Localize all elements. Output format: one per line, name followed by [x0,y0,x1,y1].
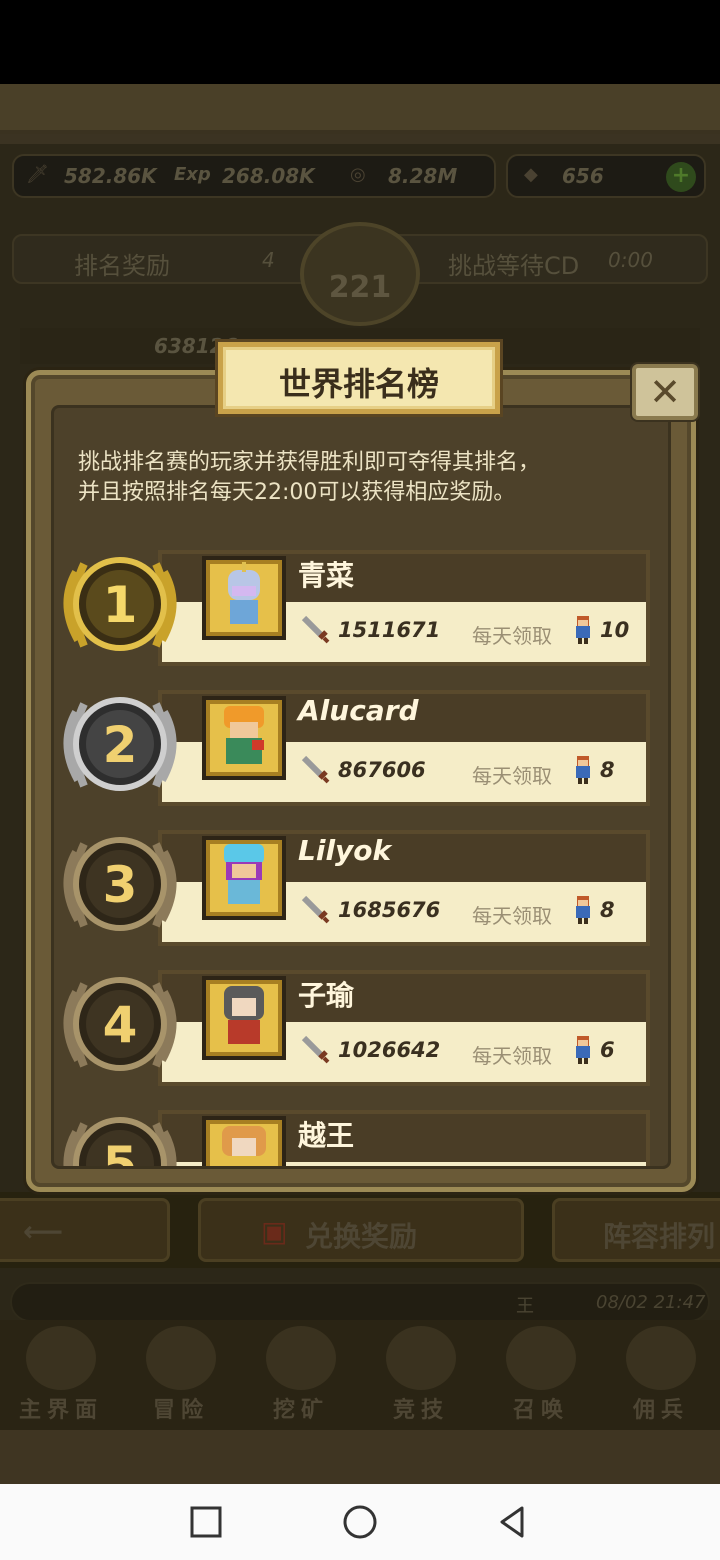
recent-apps-icon[interactable] [188,1504,224,1540]
lineup-button: 阵容排列 [552,1198,720,1262]
nav-arena: 竞技 [366,1326,476,1426]
bg-action-row: ⟵ ▣ 兑换奖励 阵容排列 [0,1192,720,1268]
add-gem-button: + [666,162,696,192]
battle-power: 1026642 [338,1038,441,1062]
rank-medal-bronze: 4 [63,977,177,1071]
player-avatar[interactable] [202,1116,286,1166]
daily-reward-label: 每天领取 [472,1044,552,1068]
gem-bar: ◆ 656 + [506,154,706,198]
hero-icon [576,1036,590,1064]
player-name: Alucard [298,694,419,727]
map-header [0,84,720,134]
rank-medal-silver: 2 [63,697,177,791]
battle-power: 1685676 [338,898,441,922]
daily-reward-label: 每天领取 [472,624,552,648]
bg-clock-initial: 王 [516,1296,534,1317]
rank-number: 4 [103,996,138,1054]
nav-mining: 挖矿 [246,1326,356,1426]
rank-medal-bronze: 5 [63,1117,177,1166]
player-name: 越王 [298,1119,355,1152]
player-name: 青菜 [298,559,355,592]
player-avatar[interactable] [202,976,286,1060]
nav-summon: 召唤 [486,1326,596,1426]
description-line-2: 并且按照排名每天22:00可以获得相应奖励。 [78,480,516,505]
daily-reward-amount: 8 [600,898,615,922]
back-icon[interactable] [494,1504,530,1540]
player-avatar[interactable] [202,556,286,640]
bottom-navigation: 主界面 冒险 挖矿 竞技 召唤 佣兵 [0,1320,720,1430]
daily-reward-label: 每天领取 [472,904,552,928]
bg-clock-bar: 王 08/02 21:47 [10,1282,710,1322]
dialog-title: 世界排名榜 [278,365,439,403]
coin-icon: ◎ [350,164,366,185]
header-rail [0,134,720,144]
coin-value: 8.28M [388,164,458,188]
rank-number: 3 [103,856,138,914]
ranking-entry[interactable]: 3 Lilyok 1685676 每天领取 8 [48,822,658,952]
system-navigation-bar [0,1484,720,1560]
timestamp: 08/02 21:47 [596,1292,706,1313]
battle-power: 867606 [338,758,426,782]
dialog-title-plate: 世界排名榜 [218,342,500,414]
nav-mercenary: 佣兵 [606,1326,716,1426]
hero-icon [576,896,590,924]
player-name: 子瑜 [298,979,355,1012]
rank-medal-bronze: 3 [63,837,177,931]
sword-icon: 🗡 [26,164,49,185]
rank-number: 1 [103,576,138,634]
rank-number: 5 [103,1136,138,1166]
rank-reward-value: 4 [262,248,275,272]
close-icon: ✕ [649,370,681,414]
rank-number: 2 [103,716,138,774]
ranking-entry[interactable]: 1 青菜 1511671 每天领取 10 [48,542,658,672]
rank-medal-gold: 1 [63,557,177,651]
sword-icon [301,895,330,924]
gem-value: 656 [562,164,604,188]
status-bar-area [0,0,720,84]
sword-icon [301,1035,330,1064]
battle-power: 1511671 [338,618,441,642]
gem-icon: ◆ [524,164,538,185]
description-line-1: 挑战排名赛的玩家并获得胜利即可夺得其排名， [78,450,541,475]
nav-adventure: 冒险 [126,1326,236,1426]
nav-main: 主界面 [6,1326,116,1426]
challenge-cd-value: 0:00 [608,248,653,272]
back-button: ⟵ [0,1198,170,1262]
my-rank-number: 221 [328,270,392,305]
exp-icon: Exp [174,164,211,185]
attack-value: 582.86K [64,164,157,188]
resource-bar: 🗡 582.86K Exp 268.08K ◎ 8.28M [12,154,496,198]
rank-reward-label: 排名奖励 [74,252,170,280]
player-avatar[interactable] [202,836,286,920]
ranking-entry[interactable]: 5 越王 [48,1102,658,1166]
bg-bottom-border [0,1430,720,1484]
exchange-reward-button: ▣ 兑换奖励 [198,1198,524,1262]
daily-reward-amount: 10 [600,618,630,642]
ranking-list[interactable]: 1 青菜 1511671 每天领取 10 2 Alucard 867606 每天… [48,538,668,1166]
daily-reward-label: 每天领取 [472,764,552,788]
my-rank-badge: 221 [300,222,420,326]
hero-icon [576,616,590,644]
close-button[interactable]: ✕ [632,364,698,420]
sword-icon [301,615,330,644]
challenge-cd-label: 挑战等待CD [448,252,580,280]
player-name: Lilyok [298,834,392,867]
daily-reward-amount: 8 [600,758,615,782]
sword-icon [301,755,330,784]
daily-reward-amount: 6 [600,1038,615,1062]
ranking-entry[interactable]: 4 子瑜 1026642 每天领取 6 [48,962,658,1092]
hero-icon [576,756,590,784]
exp-value: 268.08K [222,164,315,188]
home-icon[interactable] [342,1504,378,1540]
dialog-description: 挑战排名赛的玩家并获得胜利即可夺得其排名， 并且按照排名每天22:00可以获得相… [78,448,648,508]
player-avatar[interactable] [202,696,286,780]
ranking-entry[interactable]: 2 Alucard 867606 每天领取 8 [48,682,658,812]
